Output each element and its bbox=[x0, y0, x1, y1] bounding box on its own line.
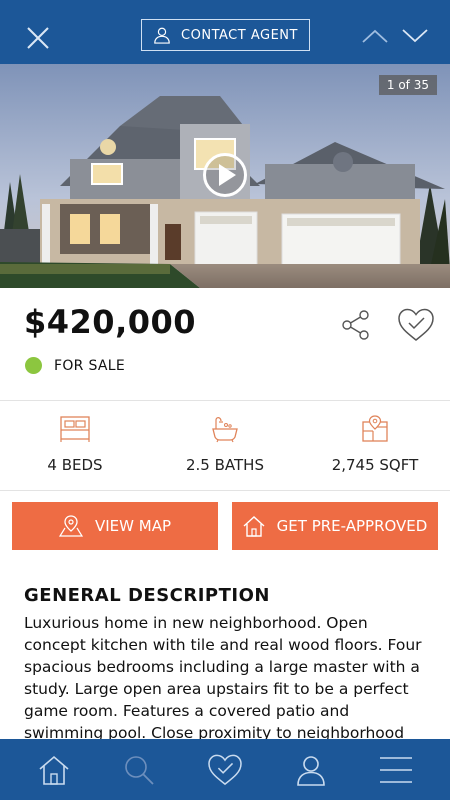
menu-icon bbox=[380, 757, 412, 783]
share-button[interactable] bbox=[338, 307, 374, 343]
heart-check-icon bbox=[208, 754, 242, 786]
view-map-label: VIEW MAP bbox=[94, 517, 171, 535]
nav-menu[interactable] bbox=[375, 749, 417, 791]
sqft-stat: 2,745 SQFT bbox=[300, 412, 450, 474]
contact-agent-button[interactable]: CONTACT AGENT bbox=[141, 19, 310, 51]
bottom-navigation bbox=[0, 739, 450, 800]
favorite-button[interactable] bbox=[396, 305, 436, 345]
baths-label: 2.5 BATHS bbox=[186, 456, 264, 474]
bathtub-icon bbox=[212, 417, 238, 443]
bed-icon bbox=[60, 416, 90, 442]
beds-stat: 4 BEDS bbox=[0, 412, 150, 474]
baths-stat: 2.5 BATHS bbox=[150, 412, 300, 474]
listing-price: $420,000 bbox=[24, 303, 197, 341]
get-pre-approved-label: GET PRE-APPROVED bbox=[276, 517, 428, 535]
user-icon bbox=[297, 756, 325, 786]
description-heading: GENERAL DESCRIPTION bbox=[24, 585, 270, 606]
divider bbox=[0, 490, 450, 491]
home-icon bbox=[39, 755, 69, 785]
nav-home[interactable] bbox=[33, 749, 75, 791]
search-icon bbox=[125, 756, 154, 785]
divider bbox=[0, 400, 450, 401]
next-listing-button[interactable] bbox=[398, 22, 432, 50]
beds-label: 4 BEDS bbox=[47, 456, 103, 474]
nav-favorites[interactable] bbox=[204, 749, 246, 791]
photo-counter: 1 of 35 bbox=[378, 75, 437, 95]
top-bar: CONTACT AGENT bbox=[0, 0, 450, 64]
play-video-button[interactable] bbox=[202, 152, 248, 198]
listing-photo-gallery[interactable]: 1 of 35 bbox=[0, 64, 450, 288]
chevron-up-icon bbox=[362, 29, 388, 43]
close-button[interactable] bbox=[18, 18, 58, 58]
nav-profile[interactable] bbox=[290, 749, 332, 791]
status-indicator-dot bbox=[25, 357, 42, 374]
close-icon bbox=[27, 27, 49, 49]
play-icon bbox=[203, 153, 247, 197]
listing-status: FOR SALE bbox=[25, 357, 125, 374]
nav-search[interactable] bbox=[118, 749, 160, 791]
home-icon bbox=[243, 516, 265, 537]
previous-listing-button[interactable] bbox=[358, 22, 392, 50]
floorplan-icon bbox=[362, 415, 388, 442]
chevron-down-icon bbox=[402, 29, 428, 43]
status-label: FOR SALE bbox=[54, 357, 126, 374]
user-icon bbox=[154, 27, 170, 44]
heart-check-icon bbox=[398, 308, 434, 341]
share-icon bbox=[342, 310, 369, 340]
get-pre-approved-button[interactable]: GET PRE-APPROVED bbox=[232, 502, 438, 550]
sqft-label: 2,745 SQFT bbox=[331, 456, 419, 474]
description-text: Luxurious home in new neighborhood. Open… bbox=[24, 614, 422, 742]
map-marker-icon bbox=[58, 515, 83, 537]
contact-agent-label: CONTACT AGENT bbox=[181, 27, 298, 43]
view-map-button[interactable]: VIEW MAP bbox=[12, 502, 218, 550]
